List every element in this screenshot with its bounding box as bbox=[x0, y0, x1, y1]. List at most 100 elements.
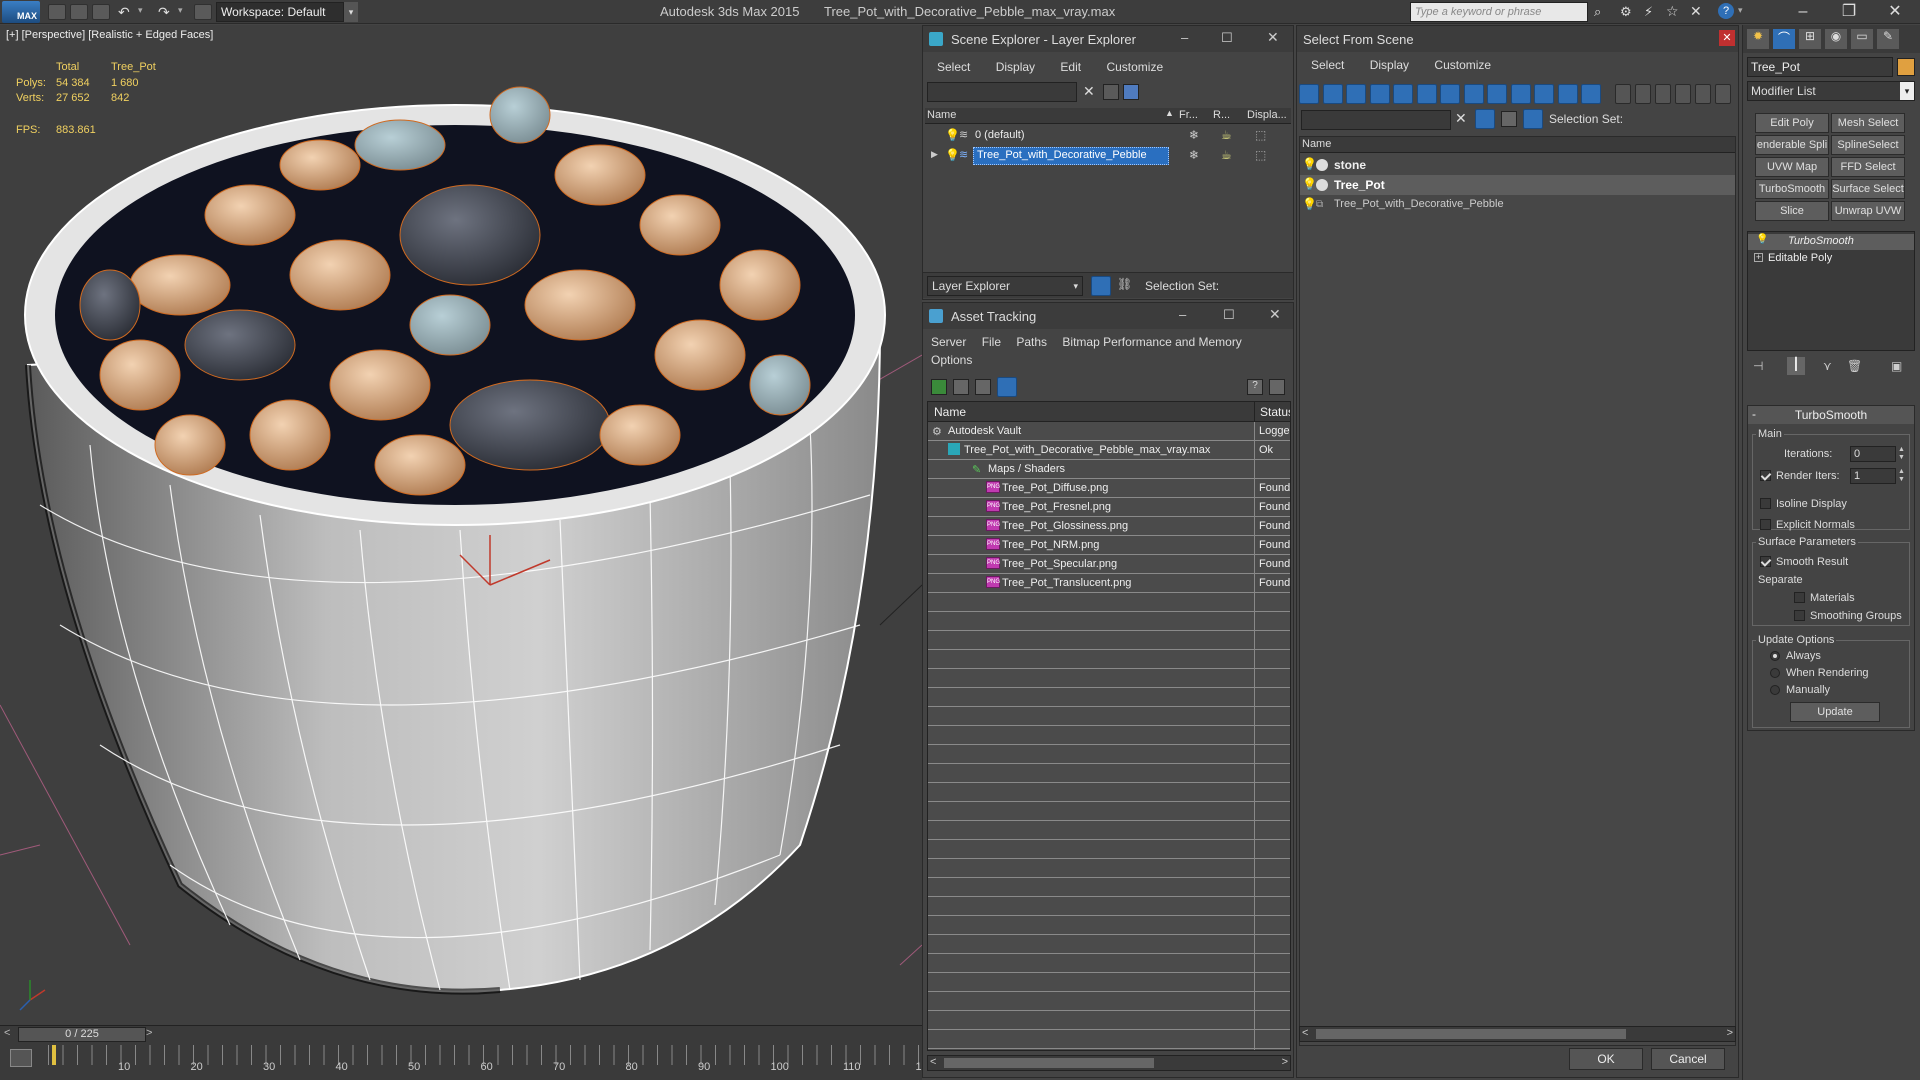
scroll-right-icon[interactable]: > bbox=[1727, 1027, 1733, 1039]
tools-icon[interactable]: ⚙ bbox=[1620, 4, 1632, 20]
select-none-icon[interactable] bbox=[1635, 84, 1651, 104]
clear-search-icon[interactable]: ✕ bbox=[1083, 83, 1095, 100]
select-from-scene-close-button[interactable]: ✕ bbox=[1719, 30, 1735, 46]
select-invert-icon[interactable] bbox=[1655, 84, 1671, 104]
close-x-icon[interactable]: ✕ bbox=[1690, 3, 1702, 20]
sfs-search-input[interactable] bbox=[1301, 110, 1451, 130]
help-icon[interactable]: ? bbox=[1718, 3, 1734, 19]
track-bar[interactable]: 10203040506070809010011012 bbox=[0, 1043, 928, 1080]
asset-row[interactable]: PNG Tree_Pot_Specular.png Found bbox=[928, 555, 1290, 573]
modifier-stack-item[interactable]: + Editable Poly bbox=[1748, 251, 1914, 267]
materials-checkbox[interactable] bbox=[1794, 592, 1805, 603]
redo-dropdown-icon[interactable]: ▾ bbox=[178, 5, 183, 16]
collapse-all-icon[interactable] bbox=[1715, 84, 1731, 104]
new-file-button[interactable] bbox=[48, 4, 66, 20]
smooth-result-checkbox[interactable] bbox=[1760, 556, 1771, 567]
asset-col-status[interactable]: Status bbox=[1260, 405, 1290, 419]
viewport-perspective[interactable]: [+] [Perspective] [Realistic + Edged Fac… bbox=[0, 25, 922, 1025]
sfs-clear-search-icon[interactable]: ✕ bbox=[1455, 110, 1467, 127]
asset-table-view-icon[interactable] bbox=[997, 377, 1017, 397]
help-dropdown-icon[interactable]: ▾ bbox=[1738, 5, 1743, 16]
explicit-normals-checkbox[interactable] bbox=[1760, 519, 1771, 530]
display-geometry-icon[interactable] bbox=[1299, 84, 1319, 104]
remove-modifier-icon[interactable]: 🗑 bbox=[1847, 359, 1862, 373]
hierarchy-tab-icon[interactable]: ⊞ bbox=[1799, 29, 1821, 49]
asset-menu-bitmap[interactable]: Bitmap Performance and Memory bbox=[1062, 335, 1241, 349]
scene-explorer-close-button[interactable]: ✕ bbox=[1267, 29, 1279, 46]
display-box-icon[interactable]: ⬚ bbox=[1255, 148, 1266, 162]
update-when-rendering-radio[interactable] bbox=[1770, 668, 1780, 678]
filter-icon[interactable] bbox=[1103, 84, 1119, 100]
layers-icon[interactable] bbox=[1123, 84, 1139, 100]
modify-tab-icon[interactable]: ⌒ bbox=[1773, 29, 1795, 49]
explorer-mode-dropdown[interactable]: Layer Explorer ▾ bbox=[927, 276, 1083, 296]
favorite-star-icon[interactable]: ☆ bbox=[1666, 3, 1679, 20]
layer-explorer-toggle-icon[interactable] bbox=[1091, 276, 1111, 296]
asset-menu-server[interactable]: Server bbox=[931, 335, 966, 349]
sfs-row-selected[interactable]: 💡 Tree_Pot bbox=[1300, 175, 1735, 195]
asset-tracking-maximize-button[interactable]: ☐ bbox=[1223, 307, 1235, 323]
render-iters-spinner-arrows-icon[interactable]: ▲ ▼ bbox=[1898, 468, 1905, 484]
turbosmooth-button[interactable]: TurboSmooth bbox=[1755, 179, 1829, 199]
asset-row[interactable]: PNG Tree_Pot_NRM.png Found bbox=[928, 536, 1290, 554]
display-box-icon[interactable]: ⬚ bbox=[1255, 128, 1266, 142]
make-unique-icon[interactable]: ⋎ bbox=[1823, 359, 1832, 373]
render-teapot-icon[interactable]: ☕ bbox=[1221, 148, 1232, 162]
display-lights-icon[interactable] bbox=[1346, 84, 1366, 104]
lightbulb-icon[interactable]: 💡 bbox=[1756, 234, 1768, 245]
asset-col-name[interactable]: Name bbox=[934, 405, 966, 419]
iterations-spinner[interactable]: 0 bbox=[1850, 446, 1896, 462]
layer-row[interactable]: ▶ 💡 ≋ Tree_Pot_with_Decorative_Pebble ❄ … bbox=[925, 146, 1291, 166]
subscription-icon[interactable]: ⚡ bbox=[1644, 4, 1653, 20]
scene-explorer-menu-display[interactable]: Display bbox=[996, 60, 1035, 74]
asset-tracking-minimize-button[interactable]: – bbox=[1179, 307, 1186, 322]
show-end-result-icon[interactable]: ┃ bbox=[1787, 357, 1805, 375]
time-slider-prev-button[interactable]: < bbox=[4, 1027, 10, 1039]
freeze-snowflake-icon[interactable]: ❄ bbox=[1189, 148, 1199, 162]
object-color-swatch[interactable] bbox=[1897, 58, 1915, 76]
render-teapot-icon[interactable]: ☕ bbox=[1221, 128, 1232, 142]
unwrap-uvw-button[interactable]: Unwrap UVW bbox=[1831, 201, 1905, 221]
close-window-button[interactable]: ✕ bbox=[1872, 0, 1918, 24]
sfs-horizontal-scrollbar[interactable]: < > bbox=[1299, 1026, 1736, 1042]
time-slider-handle[interactable]: 0 / 225 bbox=[18, 1027, 146, 1042]
asset-col-divider[interactable] bbox=[1254, 402, 1255, 422]
lightbulb-icon[interactable]: 💡 bbox=[945, 148, 960, 162]
lightbulb-icon[interactable]: 💡 bbox=[1302, 157, 1317, 171]
sfs-list-header[interactable]: Name bbox=[1300, 137, 1735, 153]
layer-row[interactable]: 💡 ≋ 0 (default) ❄ ☕ ⬚ bbox=[925, 126, 1291, 146]
col-freeze[interactable]: Fr... bbox=[1179, 109, 1198, 121]
display-groups-icon[interactable] bbox=[1440, 84, 1460, 104]
select-all-icon[interactable] bbox=[1615, 84, 1631, 104]
display-cameras-icon[interactable] bbox=[1369, 84, 1390, 104]
display-containers-icon[interactable] bbox=[1510, 84, 1531, 104]
renderable-spline-button[interactable]: enderable Spli bbox=[1755, 135, 1829, 155]
scene-explorer-minimize-button[interactable]: – bbox=[1181, 30, 1188, 45]
object-name-field[interactable]: Tree_Pot bbox=[1747, 57, 1893, 77]
asset-help-icon[interactable]: ? bbox=[1247, 379, 1263, 395]
display-tab-icon[interactable]: ▭ bbox=[1851, 29, 1873, 49]
sfs-row[interactable]: 💡 ⧉ Tree_Pot_with_Decorative_Pebble bbox=[1300, 195, 1735, 215]
binoculars-icon[interactable]: ⌕ bbox=[1594, 4, 1601, 20]
col-name[interactable]: Name bbox=[927, 109, 956, 121]
render-iters-checkbox[interactable] bbox=[1760, 470, 1771, 481]
scroll-right-icon[interactable]: > bbox=[1282, 1056, 1288, 1068]
isoline-display-checkbox[interactable] bbox=[1760, 498, 1771, 509]
project-folder-button[interactable] bbox=[194, 4, 212, 20]
asset-row[interactable]: PNG Tree_Pot_Glossiness.png Found bbox=[928, 517, 1290, 535]
expand-plus-icon[interactable]: + bbox=[1754, 253, 1763, 262]
sfs-row[interactable]: 💡 stone bbox=[1300, 155, 1735, 175]
modifier-stack-item-selected[interactable]: 💡 TurboSmooth bbox=[1748, 234, 1914, 250]
asset-menu-paths[interactable]: Paths bbox=[1016, 335, 1047, 349]
asset-row[interactable]: ⚙ Autodesk Vault Logge bbox=[928, 422, 1290, 440]
asset-thumbnail-icon[interactable] bbox=[975, 379, 991, 395]
scroll-thumb[interactable] bbox=[1316, 1029, 1626, 1039]
utilities-tab-icon[interactable]: ✎ bbox=[1877, 29, 1899, 49]
time-slider[interactable]: < 0 / 225 > bbox=[0, 1025, 922, 1043]
sfs-menu-display[interactable]: Display bbox=[1370, 58, 1409, 72]
iterations-spinner-arrows-icon[interactable]: ▲ ▼ bbox=[1898, 446, 1905, 462]
expand-arrow-icon[interactable]: ▶ bbox=[931, 149, 938, 160]
scroll-left-icon[interactable]: < bbox=[1302, 1027, 1308, 1039]
maximize-window-button[interactable]: ❐ bbox=[1826, 0, 1872, 24]
hierarchy-icon[interactable]: ⛓ bbox=[1117, 277, 1132, 291]
